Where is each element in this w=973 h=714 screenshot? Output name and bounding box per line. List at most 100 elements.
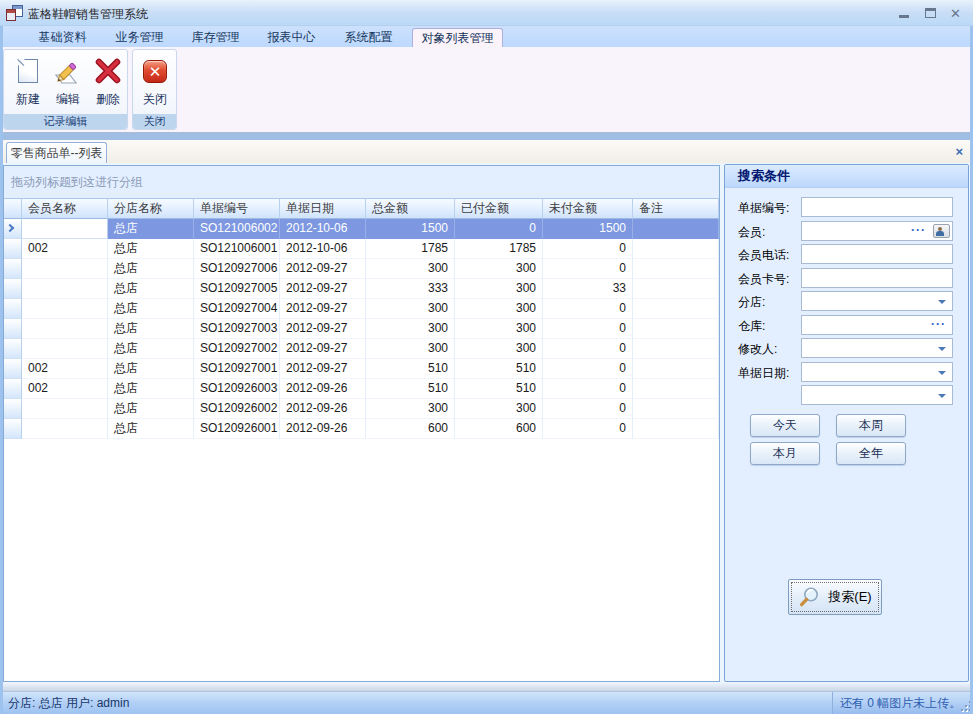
cell: 2012-09-27 — [280, 299, 366, 319]
cell — [633, 339, 719, 359]
cell: 0 — [543, 399, 633, 419]
edit-button[interactable]: 编辑 — [48, 54, 88, 114]
cell: 2012-09-27 — [280, 359, 366, 379]
cell — [633, 219, 719, 239]
table-row-6[interactable]: 总店SO1209270032012-09-273003000 — [4, 319, 719, 339]
table-row-3[interactable]: 总店SO1209270062012-09-273003000 — [4, 259, 719, 279]
cell: 1785 — [366, 239, 455, 259]
bill-date-input[interactable] — [801, 362, 953, 382]
search-icon — [798, 586, 820, 608]
cell: SO120926001 — [194, 419, 280, 439]
cell: 总店 — [108, 279, 194, 299]
table-row-4[interactable]: 总店SO1209270052012-09-2733330033 — [4, 279, 719, 299]
menu-tab-1[interactable]: 基础资料 — [30, 28, 95, 47]
menu-tab-4[interactable]: 报表中心 — [259, 28, 324, 47]
tab-close-icon[interactable]: × — [955, 144, 963, 159]
cell: 0 — [543, 239, 633, 259]
member-phone-input[interactable] — [801, 244, 953, 264]
search-button[interactable]: 搜索(E) — [788, 579, 882, 615]
cell: 300 — [455, 319, 543, 339]
cell: 002 — [22, 239, 108, 259]
modifier-input[interactable] — [801, 338, 953, 358]
column-header-5[interactable]: 总金额 — [366, 198, 455, 219]
maximize-button[interactable] — [924, 7, 937, 20]
ellipsis-icon[interactable]: ··· — [911, 223, 926, 237]
cell: 300 — [455, 339, 543, 359]
table-row-8[interactable]: 002总店SO1209270012012-09-275105100 — [4, 359, 719, 379]
column-header-7[interactable]: 未付金额 — [543, 198, 633, 219]
row-indicator — [4, 259, 22, 279]
cell — [633, 299, 719, 319]
chevron-down-icon[interactable] — [938, 347, 946, 351]
cell: 2012-09-26 — [280, 419, 366, 439]
today-button[interactable]: 今天 — [750, 414, 820, 437]
ribbon-group-records: 新建 编辑 — [3, 49, 128, 130]
tab-retail-list[interactable]: 零售商品单--列表 — [6, 142, 107, 163]
table-row-7[interactable]: 总店SO1209270022012-09-273003000 — [4, 339, 719, 359]
member-card-label: 会员卡号: — [738, 271, 789, 288]
cell — [633, 279, 719, 299]
column-header-4[interactable]: 单据日期 — [280, 198, 366, 219]
this-week-button[interactable]: 本周 — [836, 414, 906, 437]
minimize-button[interactable] — [898, 7, 911, 20]
ellipsis-icon[interactable]: ··· — [931, 317, 946, 331]
table-row-5[interactable]: 总店SO1209270042012-09-273003000 — [4, 299, 719, 319]
cell — [22, 299, 108, 319]
cell: 300 — [366, 399, 455, 419]
cell: 0 — [543, 419, 633, 439]
ribbon-close-button[interactable]: ✕ 关闭 — [135, 54, 175, 114]
cell: 300 — [366, 339, 455, 359]
column-header-2[interactable]: 分店名称 — [108, 198, 194, 219]
warehouse-input[interactable]: ··· — [801, 315, 953, 335]
cell: 333 — [366, 279, 455, 299]
member-input[interactable]: ··· — [801, 221, 953, 241]
column-header-6[interactable]: 已付金额 — [455, 198, 543, 219]
cell: SO121006001 — [194, 239, 280, 259]
cell: 300 — [366, 299, 455, 319]
menu-tab-2[interactable]: 业务管理 — [107, 28, 172, 47]
cell — [22, 339, 108, 359]
row-indicator — [4, 219, 22, 239]
table-row-11[interactable]: 总店SO1209260012012-09-266006000 — [4, 419, 719, 439]
cell: 510 — [366, 379, 455, 399]
column-header-8[interactable]: 备注 — [633, 198, 719, 219]
bill-number-input[interactable] — [801, 197, 953, 217]
cell: 2012-09-26 — [280, 379, 366, 399]
close-red-icon: ✕ — [143, 56, 167, 86]
row-indicator — [4, 419, 22, 439]
cell: 1785 — [455, 239, 543, 259]
table-row-10[interactable]: 总店SO1209260022012-09-263003000 — [4, 399, 719, 419]
member-card-input[interactable] — [801, 268, 953, 288]
cell: 2012-10-06 — [280, 219, 366, 239]
member-picker-button[interactable] — [933, 224, 950, 238]
cell: 510 — [366, 359, 455, 379]
chevron-down-icon[interactable] — [938, 371, 946, 375]
cell: 总店 — [108, 219, 194, 239]
cell: 2012-09-27 — [280, 259, 366, 279]
cell — [22, 319, 108, 339]
store-input[interactable] — [801, 291, 953, 311]
new-button[interactable]: 新建 — [8, 54, 48, 114]
delete-button[interactable]: 删除 — [88, 54, 128, 114]
close-button[interactable]: ✕ — [950, 7, 963, 20]
chevron-down-icon[interactable] — [938, 300, 946, 304]
this-month-button[interactable]: 本月 — [750, 442, 820, 465]
column-header-3[interactable]: 单据编号 — [194, 198, 280, 219]
table-row-9[interactable]: 002总店SO1209260032012-09-265105100 — [4, 379, 719, 399]
table-row-2[interactable]: 002总店SO1210060012012-10-06178517850 — [4, 239, 719, 259]
cell — [633, 239, 719, 259]
chevron-down-icon[interactable] — [938, 394, 946, 398]
table-row-1[interactable]: 总店SO1210060022012-10-06150001500 — [4, 219, 719, 239]
menu-tab-6[interactable]: 对象列表管理 — [412, 28, 503, 47]
menu-tab-3[interactable]: 库存管理 — [183, 28, 248, 47]
cell: 0 — [543, 319, 633, 339]
cell — [633, 319, 719, 339]
bill-date-2-input[interactable] — [801, 385, 953, 405]
menu-tab-5[interactable]: 系统配置 — [336, 28, 401, 47]
cell: 2012-10-06 — [280, 239, 366, 259]
cell: 总店 — [108, 359, 194, 379]
window-title: 蓝格鞋帽销售管理系统 — [28, 6, 148, 23]
column-header-1[interactable]: 会员名称 — [22, 198, 108, 219]
this-year-button[interactable]: 全年 — [836, 442, 906, 465]
cell — [22, 279, 108, 299]
